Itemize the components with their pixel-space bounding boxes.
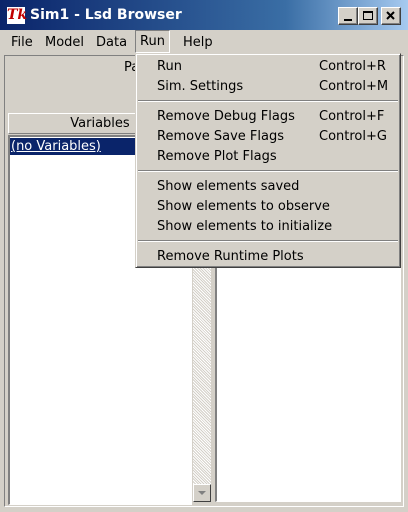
objects-list[interactable] [215,262,401,502]
menu-item-sim-settings[interactable]: Sim. Settings Control+M [136,77,400,97]
title-bar[interactable]: Tk Sim1 - Lsd Browser [0,0,408,31]
run-menu-dropdown: Run Control+R Sim. Settings Control+M Re… [135,53,401,268]
menu-item-label: Remove Debug Flags [157,109,295,124]
menu-item-shortcut: Control+G [319,129,387,144]
menu-item-label: Show elements saved [157,179,300,194]
menu-separator [138,170,398,172]
minimize-button[interactable] [338,7,358,25]
maximize-button[interactable] [358,7,378,25]
tk-app-icon[interactable]: Tk [7,7,27,24]
menu-item-show-elements-to-observe[interactable]: Show elements to observe [136,197,400,217]
menu-model[interactable]: Model [41,34,88,54]
menu-item-remove-plot-flags[interactable]: Remove Plot Flags [136,147,400,167]
menu-data[interactable]: Data [92,34,131,54]
maximize-icon [363,11,373,20]
menu-item-remove-save-flags[interactable]: Remove Save Flags Control+G [136,127,400,147]
minimize-icon [344,19,352,21]
close-button[interactable] [381,7,401,25]
close-icon [386,11,395,20]
menu-file[interactable]: File [7,34,37,54]
menu-help[interactable]: Help [179,34,217,54]
menu-item-run[interactable]: Run Control+R [136,57,400,77]
window-title: Sim1 - Lsd Browser [30,7,182,23]
menu-item-label: Remove Runtime Plots [157,249,304,264]
menu-item-label: Remove Save Flags [157,129,285,144]
menu-separator [138,240,398,242]
menu-bar: File Model Data Help [0,31,408,53]
vertical-scrollbar[interactable] [193,260,211,502]
menu-item-label: Remove Plot Flags [157,149,277,164]
menu-item-show-elements-saved[interactable]: Show elements saved [136,177,400,197]
scroll-down-button[interactable] [193,484,211,502]
menu-separator [138,100,398,102]
menu-run[interactable]: Run [135,30,170,53]
menu-item-shortcut: Control+R [319,59,386,74]
menu-item-label: Show elements to observe [157,199,330,214]
menu-item-show-elements-to-initialize[interactable]: Show elements to initialize [136,217,400,237]
menu-item-shortcut: Control+M [319,79,389,94]
arrow-down-icon [198,491,206,495]
menu-item-remove-runtime-plots[interactable]: Remove Runtime Plots [136,247,400,267]
menu-item-remove-debug-flags[interactable]: Remove Debug Flags Control+F [136,107,400,127]
menu-item-shortcut: Control+F [319,109,385,124]
menu-item-label: Show elements to initialize [157,219,333,234]
menu-item-label: Run [157,59,182,74]
menu-item-label: Sim. Settings [157,79,244,94]
